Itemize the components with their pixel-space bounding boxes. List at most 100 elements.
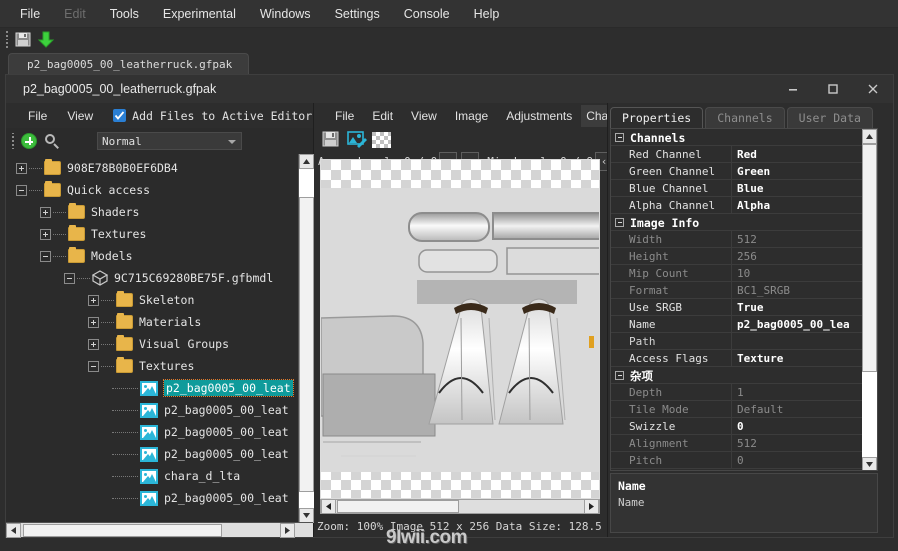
tree-node[interactable]: Visual Groups [6,333,313,355]
property-grid-scrollbar[interactable] [862,129,877,470]
editor-menu-item-edit[interactable]: Edit [363,105,402,127]
property-value[interactable]: 512 [731,437,864,450]
menu-item-windows[interactable]: Windows [248,2,323,26]
editor-menu-item-adjustments[interactable]: Adjustments [497,105,581,127]
column-divider[interactable] [731,350,732,367]
tree-node[interactable]: p2_bag0005_00_leat [6,487,313,509]
preview-scroll-left-button[interactable] [321,499,336,514]
property-value[interactable]: BC1_SRGB [731,284,864,297]
menu-item-help[interactable]: Help [462,2,512,26]
property-row[interactable]: Green Channel Green [611,163,864,180]
texture-preview[interactable] [320,159,600,499]
column-divider[interactable] [731,384,732,401]
property-grid[interactable]: Channels Red Channel Red Green Channel Green… [610,128,878,471]
property-value[interactable]: 256 [731,250,864,263]
property-category-header[interactable]: 杂项 [611,367,864,384]
column-divider[interactable] [731,435,732,452]
property-value[interactable]: Texture [731,352,864,365]
scroll-left-button[interactable] [6,522,21,538]
column-divider[interactable] [731,248,732,265]
save-icon[interactable] [13,30,33,49]
tree-node[interactable]: Skeleton [6,289,313,311]
expand-icon[interactable] [88,294,99,306]
property-row[interactable]: Depth 1 [611,384,864,401]
property-row[interactable]: Width 512 [611,231,864,248]
property-value[interactable]: p2_bag0005_00_lea [731,318,864,331]
editor-menu-item-cha[interactable]: Cha [581,104,607,127]
editor-menu-item-file[interactable]: File [326,105,363,127]
mdi-title-bar[interactable]: p2_bag0005_00_leatherruck.gfpak [6,75,893,103]
column-divider[interactable] [731,299,732,316]
prop-scroll-thumb[interactable] [862,144,877,372]
property-row[interactable]: Alpha Channel Alpha [611,197,864,214]
column-divider[interactable] [731,163,732,180]
tree-node[interactable]: p2_bag0005_00_leat [6,421,313,443]
column-divider[interactable] [731,418,732,435]
tree-vertical-scrollbar[interactable] [298,154,314,523]
column-divider[interactable] [731,180,732,197]
green-down-arrow-icon[interactable] [36,30,56,49]
property-row[interactable]: Red Channel Red [611,146,864,163]
preview-hscroll-thumb[interactable] [337,500,459,513]
tree-node-selected[interactable]: p2_bag0005_00_leat [6,377,313,399]
hscroll-thumb[interactable] [23,523,222,537]
column-divider[interactable] [731,146,732,163]
tree-node[interactable]: Models [6,245,313,267]
edit-image-icon[interactable] [346,129,368,149]
tab-channels[interactable]: Channels [705,107,785,128]
column-divider[interactable] [731,316,732,333]
property-row[interactable]: Use SRGB True [611,299,864,316]
property-value[interactable]: 0 [731,420,864,433]
tree-node[interactable]: Textures [6,223,313,245]
scroll-down-button[interactable] [299,508,314,523]
property-row[interactable]: Name p2_bag0005_00_lea [611,316,864,333]
column-divider[interactable] [731,333,732,350]
property-row[interactable]: Format BC1_SRGB [611,282,864,299]
property-category-header[interactable]: Channels [611,129,864,146]
collapse-icon[interactable] [615,133,624,142]
collapse-icon[interactable] [615,371,624,380]
alpha-checker-icon[interactable] [372,132,391,148]
expand-icon[interactable] [40,206,51,218]
maximize-button[interactable] [813,75,853,103]
scroll-right-button[interactable] [280,522,295,538]
tree-node[interactable]: Quick access [6,179,313,201]
tree-node[interactable]: p2_bag0005_00_leat [6,443,313,465]
collapse-icon[interactable] [615,218,624,227]
property-value[interactable]: Blue [731,182,864,195]
column-divider[interactable] [731,452,732,469]
scroll-up-button[interactable] [299,154,314,169]
menu-item-file[interactable]: File [8,2,52,26]
tree-menu-item-file[interactable]: File [18,105,57,127]
tree-toolbar-grip[interactable] [9,132,16,150]
preview-horizontal-scrollbar[interactable] [320,499,600,514]
menu-item-console[interactable]: Console [392,2,462,26]
expand-icon[interactable] [16,162,27,174]
editor-menu-item-view[interactable]: View [402,105,446,127]
tree-node[interactable]: p2_bag0005_00_leat [6,399,313,421]
property-row[interactable]: Pitch 0 [611,452,864,469]
collapse-icon[interactable] [40,250,51,262]
property-row[interactable]: Alignment 512 [611,435,864,452]
toolbar-grip[interactable] [3,31,10,48]
collapse-icon[interactable] [16,184,27,196]
property-value[interactable]: Alpha [731,199,864,212]
property-row[interactable]: Blue Channel Blue [611,180,864,197]
property-value[interactable]: 1 [731,386,864,399]
tree-node[interactable]: Materials [6,311,313,333]
preview-scroll-right-button[interactable] [584,499,599,514]
column-divider[interactable] [731,197,732,214]
property-row[interactable]: Swizzle 0 [611,418,864,435]
expand-icon[interactable] [88,316,99,328]
property-category-header[interactable]: Image Info [611,214,864,231]
document-tab[interactable]: p2_bag0005_00_leatherruck.gfpak [8,53,250,74]
search-icon[interactable] [43,132,61,150]
expand-icon[interactable] [88,338,99,350]
tab-properties[interactable]: Properties [610,107,704,128]
property-value[interactable]: 0 [731,454,864,467]
property-value[interactable]: 10 [731,267,864,280]
tree-filter-dropdown[interactable]: Normal [97,132,242,150]
property-row[interactable]: Access Flags Texture [611,350,864,367]
minimize-button[interactable] [773,75,813,103]
property-value[interactable]: Red [731,148,864,161]
